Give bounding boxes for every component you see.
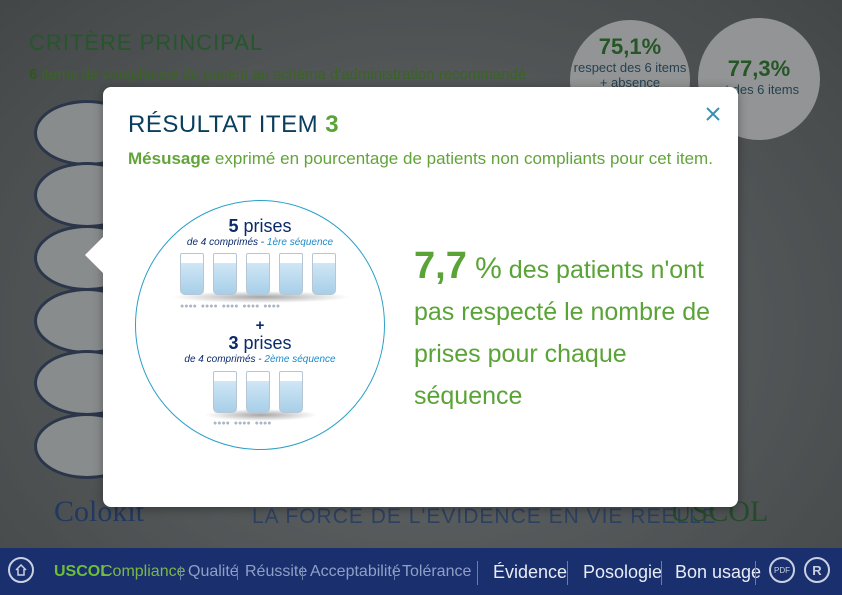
- nav-reussite[interactable]: Réussite: [245, 563, 307, 581]
- bottom-nav-bar: USCOL Compliance Qualité Réussite Accept…: [0, 548, 842, 595]
- nav-evidence[interactable]: Évidence: [493, 562, 567, 583]
- result-statement: 7,7 % des patients n'ont pas respecté le…: [414, 245, 724, 417]
- nav-divider: [567, 561, 568, 585]
- nav-qualite[interactable]: Qualité: [188, 563, 239, 581]
- nav-divider: [394, 566, 395, 580]
- water-glass-icon: [213, 253, 237, 295]
- modal-subtitle-rest: exprimé en pourcentage de patients non c…: [210, 149, 713, 168]
- water-glass-icon: [312, 253, 336, 295]
- modal-title: RÉSULTAT ITEM 3: [128, 111, 339, 139]
- modal-pointer: [85, 237, 103, 273]
- seq2-sequence: 2ème séquence: [264, 354, 336, 365]
- water-glass-icon: [279, 253, 303, 295]
- water-glass-icon: [180, 253, 204, 295]
- nav-divider: [237, 566, 238, 580]
- nav-divider: [755, 561, 756, 585]
- nav-posologie[interactable]: Posologie: [583, 562, 662, 583]
- modal-title-number: 3: [325, 111, 340, 138]
- nav-compliance[interactable]: Compliance: [101, 563, 185, 581]
- water-glass-icon: [213, 371, 237, 413]
- result-value: 7,7: [414, 245, 467, 287]
- pills-icon: ●●●● ●●●● ●●●●: [213, 420, 272, 427]
- seq1-sequence: 1ère séquence: [266, 237, 334, 248]
- plus-sign: +: [255, 317, 265, 334]
- seq1-count: 5: [228, 216, 239, 236]
- seq1-detail-text: de 4 comprimés -: [186, 237, 267, 248]
- water-glass-icon: [246, 371, 270, 413]
- home-icon[interactable]: [8, 557, 34, 583]
- result-modal: RÉSULTAT ITEM 3 Mésusage exprimé en pour…: [85, 87, 738, 507]
- pdf-icon[interactable]: PDF: [769, 557, 795, 583]
- seq2-detail: de 4 comprimés - 2ème séquence: [136, 354, 384, 365]
- water-glass-icon: [279, 371, 303, 413]
- dosage-illustration: 5 prises de 4 comprimés - 1ère séquence …: [135, 200, 385, 450]
- nav-bon-usage[interactable]: Bon usage: [675, 562, 761, 583]
- seq2-heading: 3 prises: [136, 333, 384, 354]
- seq2-count: 3: [228, 333, 239, 353]
- nav-divider: [302, 566, 303, 580]
- seq2-detail-text: de 4 comprimés -: [184, 354, 265, 365]
- nav-divider: [661, 561, 662, 585]
- result-text-1: des patients n'ont: [501, 256, 704, 284]
- modal-subtitle: Mésusage exprimé en pourcentage de patie…: [128, 149, 713, 169]
- result-text-3: prises pour chaque séquence: [414, 340, 627, 410]
- pills-icon: ●●●● ●●●● ●●●● ●●●● ●●●●: [180, 303, 281, 310]
- nav-divider: [477, 561, 478, 585]
- seq2-unit: prises: [238, 333, 292, 353]
- seq1-unit: prises: [238, 216, 292, 236]
- references-icon[interactable]: R: [804, 557, 830, 583]
- result-line-1: 7,7 % des patients n'ont: [414, 245, 724, 291]
- nav-tolerance[interactable]: Tolérance: [402, 563, 471, 581]
- nav-divider: [180, 566, 181, 580]
- close-icon[interactable]: [701, 103, 725, 127]
- result-text-2: pas respecté le nombre de: [414, 298, 711, 326]
- seq1-detail: de 4 comprimés - 1ère séquence: [136, 237, 384, 248]
- modal-subtitle-bold: Mésusage: [128, 149, 211, 168]
- modal-title-text: RÉSULTAT ITEM: [128, 111, 326, 138]
- water-glass-icon: [246, 253, 270, 295]
- result-percent: %: [466, 252, 502, 285]
- seq1-heading: 5 prises: [136, 216, 384, 237]
- nav-acceptabilite[interactable]: Acceptabilité: [310, 563, 401, 581]
